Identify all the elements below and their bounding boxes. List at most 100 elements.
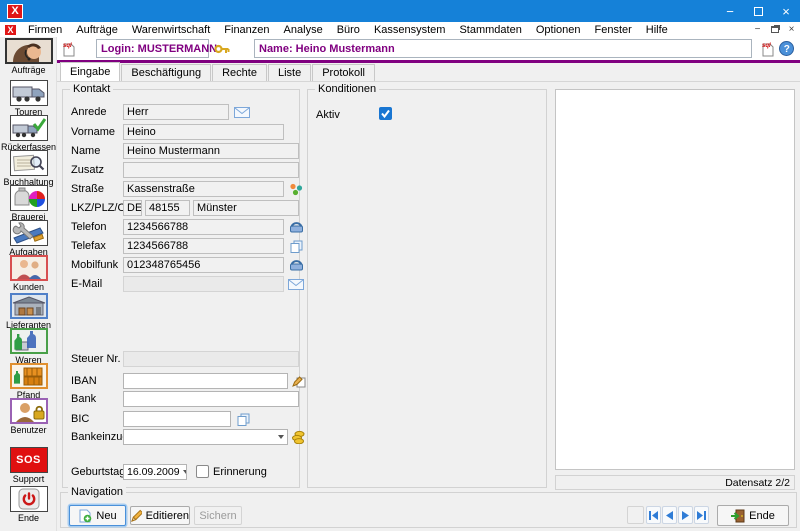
sidebar-item-buchhaltung[interactable]: Buchhaltung [0,150,57,187]
sidebar-item-kunden[interactable]: Kunden [0,255,57,292]
last-record-button[interactable] [694,506,709,524]
bic-field[interactable] [123,411,231,427]
editieren-button[interactable]: Editieren [130,506,190,525]
map-pins-icon[interactable] [287,181,305,197]
navigation-group-title: Navigation [68,486,126,498]
steuer-field[interactable] [123,351,299,367]
sidebar-item-brauerei[interactable]: Brauerei [0,185,57,222]
blank-button[interactable] [627,506,644,524]
menu-warenwirtschaft[interactable]: Warenwirtschaft [125,22,217,37]
last-record-icon [697,511,706,520]
email-field[interactable] [123,276,284,292]
sichern-button[interactable]: Sichern [194,506,242,525]
bankeinzug-select[interactable] [123,429,288,445]
iban-edit-icon[interactable] [290,373,308,389]
application-window: X − × X Firmen Aufträge Warenwirtschaft … [0,0,800,531]
neu-button[interactable]: Neu [69,505,126,526]
window-maximize-button[interactable] [744,0,772,22]
vorname-label: Vorname [71,126,115,138]
sql-document-icon: sql [62,41,76,57]
sidebar-item-benutzer[interactable]: Benutzer [0,398,57,435]
navigation-group: Navigation Neu Editieren Sichern Ende [60,492,797,528]
supplier-warehouse-icon [10,293,48,319]
geburtstag-select[interactable]: 16.09.2009 [123,464,187,480]
menu-kassensystem[interactable]: Kassensystem [367,22,453,37]
anrede-field[interactable]: Herr [123,104,229,120]
sql-document-icon: sql [761,41,775,57]
aktiv-checkbox[interactable] [379,107,392,120]
menu-stammdaten[interactable]: Stammdaten [452,22,528,37]
sidebar-label: Ende [0,513,57,523]
sidebar-item-auftraege[interactable]: Aufträge [0,38,57,75]
strasse-field[interactable]: Kassenstraße [123,181,284,197]
telefax-field[interactable]: 1234566788 [123,238,284,254]
tab-beschaeftigung[interactable]: Beschäftigung [121,64,211,81]
menu-firmen[interactable]: Firmen [21,22,69,37]
menu-finanzen[interactable]: Finanzen [217,22,276,37]
sidebar-item-touren[interactable]: Touren [0,80,57,117]
auftraege-avatar-icon [5,38,53,64]
telefon-field[interactable]: 1234566788 [123,219,284,235]
mdi-restore-button[interactable] [766,23,783,37]
svg-text:?: ? [784,44,790,55]
tab-protokoll[interactable]: Protokoll [312,64,375,81]
sidebar: Aufträge Touren Rückerfassen Buchhaltung… [0,37,57,531]
tab-rechte[interactable]: Rechte [212,64,267,81]
phone-icon[interactable] [287,219,305,235]
sidebar-item-ende[interactable]: Ende [0,486,57,523]
previous-record-button[interactable] [662,506,677,524]
sidebar-item-lieferanten[interactable]: Lieferanten [0,293,57,330]
mdi-minimize-button[interactable]: − [749,23,766,37]
phone-icon[interactable] [287,257,305,273]
window-minimize-button[interactable]: − [716,0,744,22]
window-close-button[interactable]: × [772,0,800,22]
copy-icon[interactable] [287,238,305,254]
bank-label: Bank [71,393,96,405]
tab-eingabe[interactable]: Eingabe [60,62,120,81]
title-bar: X − × [0,0,800,22]
iban-label: IBAN [71,375,97,387]
mdi-close-button[interactable]: × [783,23,800,37]
menu-analyse[interactable]: Analyse [277,22,330,37]
coins-icon[interactable] [289,429,307,445]
iban-field[interactable] [123,373,288,389]
geburtstag-value: 16.09.2009 [127,466,180,478]
erinnerung-checkbox[interactable] [196,465,209,478]
sidebar-item-aufgaben[interactable]: Aufgaben [0,220,57,257]
first-record-button[interactable] [646,506,661,524]
help-icon[interactable]: ? [779,41,794,56]
sidebar-item-waren[interactable]: Waren [0,328,57,365]
sidebar-item-support[interactable]: SOS Support [0,447,57,484]
ende-button[interactable]: Ende [717,505,789,526]
lkz-field[interactable]: DE [123,200,142,216]
app-logo-icon: X [7,4,23,19]
zusatz-field[interactable] [123,162,299,178]
vorname-field[interactable]: Heino [123,124,284,140]
name-field[interactable]: Heino Mustermann [123,143,299,159]
mobilfunk-field[interactable]: 012348765456 [123,257,284,273]
menu-optionen[interactable]: Optionen [529,22,588,37]
menu-buero[interactable]: Büro [330,22,367,37]
sidebar-item-pfand[interactable]: Pfand [0,363,57,400]
exit-door-icon [731,509,745,523]
chevron-down-icon [183,470,187,474]
login-bar: sql Login: MUSTERMANN Name: Heino Muster… [57,37,800,60]
first-record-icon [649,511,658,520]
menu-auftraege[interactable]: Aufträge [69,22,125,37]
steuer-label: Steuer Nr. [71,353,121,365]
envelope-icon[interactable] [287,276,305,292]
menu-hilfe[interactable]: Hilfe [639,22,675,37]
next-record-button[interactable] [678,506,693,524]
plz-field[interactable]: 48155 [145,200,190,216]
tab-liste[interactable]: Liste [268,64,311,81]
ort-field[interactable]: Münster [193,200,299,216]
sidebar-item-rueckerfassen[interactable]: Rückerfassen [0,115,57,152]
telefax-label: Telefax [71,240,106,252]
geburtstag-label: Geburtstag [71,466,125,478]
envelope-icon[interactable] [233,104,251,120]
tools-icon [10,220,48,246]
email-label: E-Mail [71,278,102,290]
bank-field[interactable] [123,391,299,407]
menu-fenster[interactable]: Fenster [588,22,639,37]
copy-icon[interactable] [234,411,252,427]
